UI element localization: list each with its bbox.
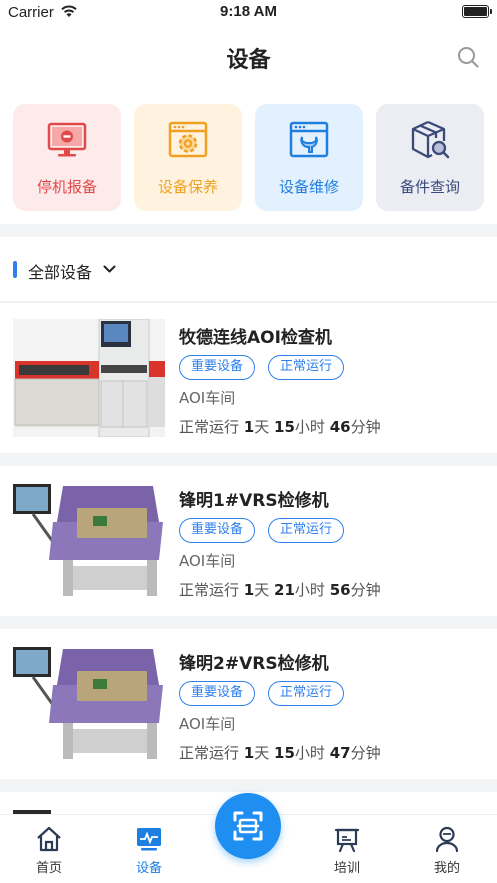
tab-training[interactable]: 培训 — [312, 825, 382, 876]
device-name: 锋明2#VRS检修机 — [179, 654, 329, 674]
tab-label: 设备 — [135, 861, 162, 876]
device-image-vrs — [13, 645, 165, 763]
user-icon — [435, 826, 459, 853]
device-card[interactable]: 牧德连线AOI检查机 重要设备 正常运行 AOI车间 正常运行 1天 15小时 … — [0, 303, 497, 453]
device-runtime: 正常运行 1天 15小时 46分钟 — [179, 418, 381, 436]
device-card[interactable]: 锋明2#VRS检修机 重要设备 正常运行 AOI车间 正常运行 1天 15小时 … — [0, 629, 497, 779]
section-accent-bar — [13, 261, 17, 278]
device-location: AOI车间 — [179, 389, 236, 407]
device-name: 锋明1#VRS检修机 — [179, 491, 329, 511]
gear-window-icon — [168, 121, 208, 158]
device-image-aoi — [13, 319, 165, 437]
scan-button[interactable] — [215, 793, 281, 859]
shortcut-label: 停机报备 — [36, 178, 97, 196]
device-name: 牧德连线AOI检查机 — [179, 328, 332, 348]
page-title: 设备 — [226, 48, 271, 73]
tag-status: 正常运行 — [268, 355, 345, 380]
tag-status: 正常运行 — [268, 681, 345, 706]
box-search-icon — [411, 120, 450, 159]
device-runtime: 正常运行 1天 15小时 47分钟 — [179, 744, 381, 762]
shortcut-label: 设备维修 — [278, 178, 339, 196]
shortcut-maintenance[interactable]: 设备保养 — [134, 104, 242, 211]
status-bar: Carrier 9:18 AM — [0, 0, 497, 26]
shortcut-panel: 停机报备 设备保养 设备维修 备件查询 — [0, 88, 497, 224]
device-location: AOI车间 — [179, 552, 236, 570]
monitor-stop-icon — [47, 122, 87, 157]
chevron-down-icon — [103, 265, 116, 273]
device-runtime: 正常运行 1天 21小时 56分钟 — [179, 581, 381, 599]
monitor-chart-icon — [137, 828, 161, 851]
shortcut-repair[interactable]: 设备维修 — [255, 104, 363, 211]
shortcut-spare-parts[interactable]: 备件查询 — [376, 104, 484, 211]
tab-home[interactable]: 首页 — [14, 825, 84, 876]
clock: 9:18 AM — [220, 3, 277, 20]
device-location: AOI车间 — [179, 715, 236, 733]
scan-icon — [233, 811, 263, 841]
tag-status: 正常运行 — [268, 518, 345, 543]
tag-important: 重要设备 — [179, 355, 256, 380]
shortcut-label: 设备保养 — [157, 178, 218, 196]
device-filter[interactable]: 全部设备 — [0, 237, 497, 302]
shortcut-shutdown-report[interactable]: 停机报备 — [13, 104, 121, 211]
tab-profile[interactable]: 我的 — [412, 825, 482, 876]
search-icon[interactable] — [457, 46, 479, 68]
navigation-bar: 设备 — [0, 26, 497, 88]
tab-label: 培训 — [333, 861, 360, 876]
tab-label: 首页 — [35, 861, 62, 876]
tab-devices[interactable]: 设备 — [114, 825, 184, 876]
tag-important: 重要设备 — [179, 681, 256, 706]
device-image-vrs — [13, 482, 165, 600]
tab-label: 我的 — [433, 861, 460, 876]
easel-icon — [334, 828, 360, 853]
battery-icon — [462, 5, 492, 18]
device-card[interactable]: 锋明1#VRS检修机 重要设备 正常运行 AOI车间 正常运行 1天 21小时 … — [0, 466, 497, 616]
wrench-window-icon — [289, 121, 329, 158]
filter-label: 全部设备 — [28, 263, 93, 282]
tag-important: 重要设备 — [179, 518, 256, 543]
shortcut-label: 备件查询 — [399, 178, 460, 196]
home-icon — [37, 826, 61, 852]
